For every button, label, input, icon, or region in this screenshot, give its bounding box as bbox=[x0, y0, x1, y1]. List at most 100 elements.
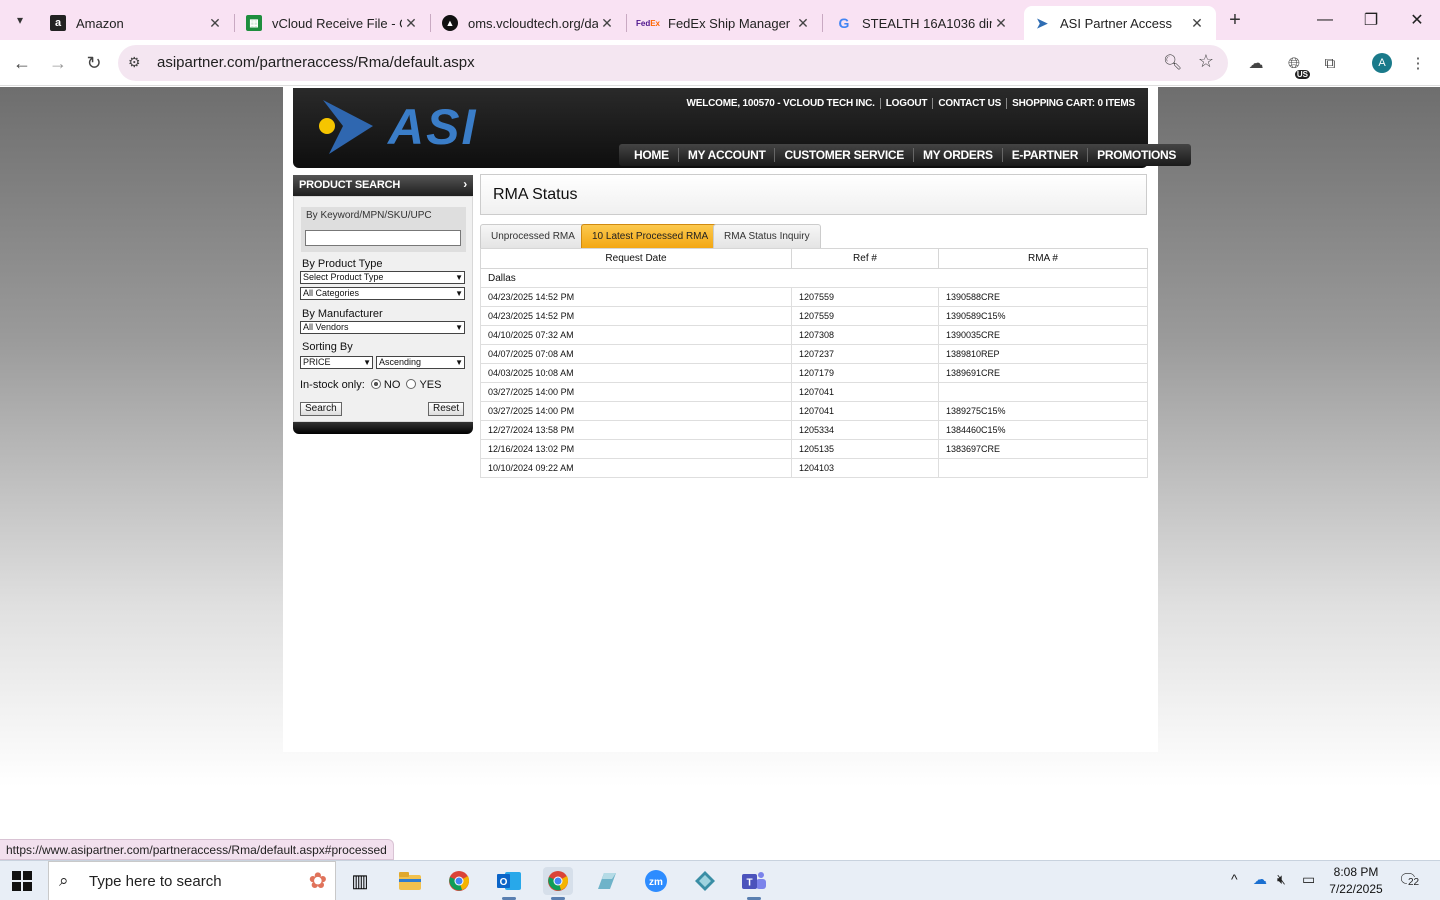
restore-icon[interactable]: ❐ bbox=[1348, 0, 1394, 40]
app-teal-icon[interactable] bbox=[592, 867, 622, 895]
chrome-profile-icon[interactable] bbox=[543, 867, 573, 900]
file-explorer-icon[interactable] bbox=[395, 867, 425, 895]
sort-field-value: PRICE bbox=[303, 357, 331, 367]
nav-my-orders[interactable]: MY ORDERS bbox=[912, 148, 1002, 162]
nav-my-account[interactable]: MY ACCOUNT bbox=[677, 148, 775, 162]
zoom-icon[interactable]: 🔍︎ bbox=[1163, 53, 1182, 71]
sort-order-select[interactable]: Ascending ▼ bbox=[376, 356, 465, 369]
profile-avatar[interactable]: A bbox=[1372, 53, 1392, 73]
close-tab-icon[interactable]: ✕ bbox=[206, 15, 224, 32]
rma-number-cell: 1383697CRE bbox=[938, 439, 1148, 459]
nav-home[interactable]: HOME bbox=[625, 148, 678, 162]
performance-icon[interactable]: ☁ bbox=[1244, 51, 1268, 75]
category-select[interactable]: All Categories ▼ bbox=[300, 287, 465, 300]
nav-e-partner[interactable]: E-PARTNER bbox=[1001, 148, 1087, 162]
notifications-icon[interactable]: 🗨︎22 bbox=[1398, 870, 1421, 890]
manufacturer-select[interactable]: All Vendors ▼ bbox=[300, 321, 465, 334]
forward-arrow-icon[interactable]: → bbox=[44, 49, 72, 77]
tray-chevron-up-icon[interactable]: ^ bbox=[1231, 871, 1238, 887]
browser-tab-active[interactable]: ➤ ASI Partner Access ✕ bbox=[1024, 6, 1216, 40]
close-tab-icon[interactable]: ✕ bbox=[598, 15, 616, 32]
onedrive-cloud-icon[interactable]: ☁ bbox=[1253, 871, 1267, 888]
ref-number-cell: 1207308 bbox=[791, 325, 939, 345]
close-tab-icon[interactable]: ✕ bbox=[794, 15, 812, 32]
search-button[interactable]: Search bbox=[300, 402, 342, 416]
back-arrow-icon[interactable]: ← bbox=[8, 49, 36, 77]
address-bar[interactable]: ⚙ asipartner.com/partneraccess/Rma/defau… bbox=[118, 45, 1228, 81]
site-info-icon[interactable]: ⚙ bbox=[128, 54, 141, 71]
ref-number-cell: 1207041 bbox=[791, 382, 939, 402]
logo-text[interactable]: ASI bbox=[388, 98, 477, 156]
browser-tab[interactable]: ▦ vCloud Receive File - Go ✕ bbox=[236, 6, 431, 40]
reload-icon[interactable]: ↻ bbox=[80, 49, 108, 77]
taskbar-search-box[interactable]: ⌕ Type here to search ✿ bbox=[48, 861, 336, 900]
zoom-app-icon[interactable]: zm bbox=[641, 867, 671, 895]
chrome-icon[interactable] bbox=[444, 867, 474, 895]
menu-kebab-icon[interactable]: ⋮ bbox=[1406, 51, 1430, 75]
ref-number-cell: 1207237 bbox=[791, 344, 939, 364]
sort-field-select[interactable]: PRICE ▼ bbox=[300, 356, 373, 369]
bookmark-star-icon[interactable]: ☆ bbox=[1198, 51, 1214, 72]
request-date-cell: 04/07/2025 07:08 AM bbox=[480, 344, 792, 364]
clock-date: 7/22/2025 bbox=[1329, 882, 1383, 896]
manufacturer-value: All Vendors bbox=[303, 322, 349, 332]
teams-icon[interactable]: T bbox=[739, 867, 769, 900]
app-diamond-icon[interactable] bbox=[690, 867, 720, 895]
instock-yes-label: YES bbox=[419, 379, 442, 391]
table-row: 03/27/2025 14:00 PM 1207041 1389275C15% bbox=[480, 401, 1148, 421]
browser-tab[interactable]: G STEALTH 16A1036 dime ✕ bbox=[826, 6, 1020, 40]
tab-unprocessed-rma[interactable]: Unprocessed RMA bbox=[480, 224, 586, 248]
dropdown-chevron-icon: ▼ bbox=[363, 358, 371, 367]
rma-table: Request Date Ref # RMA # Dallas 04/23/20… bbox=[480, 248, 1148, 478]
amazon-icon: a bbox=[50, 15, 66, 31]
extensions-puzzle-icon[interactable]: ⧉ bbox=[1318, 51, 1342, 75]
svg-text:zm: zm bbox=[649, 877, 663, 888]
ref-number-cell: 1205334 bbox=[791, 420, 939, 440]
windows-start-icon[interactable] bbox=[12, 871, 32, 891]
instock-no-label: NO bbox=[383, 379, 401, 391]
vpn-globe-icon[interactable]: 🌐︎ US bbox=[1282, 51, 1310, 79]
nav-customer-service[interactable]: CUSTOMER SERVICE bbox=[774, 148, 912, 162]
close-tab-icon[interactable]: ✕ bbox=[1188, 15, 1206, 32]
logout-link[interactable]: LOGOUT bbox=[879, 98, 933, 109]
shopping-cart-link[interactable]: SHOPPING CART: 0 ITEMS bbox=[1006, 98, 1140, 109]
instock-no-radio[interactable] bbox=[370, 379, 381, 389]
product-type-select[interactable]: Select Product Type ▼ bbox=[300, 271, 465, 284]
task-view-icon[interactable]: ▥ bbox=[345, 867, 375, 895]
asi-logo-icon[interactable] bbox=[315, 98, 395, 158]
request-date-cell: 03/27/2025 14:00 PM bbox=[480, 401, 792, 421]
table-row: 12/27/2024 13:58 PM 1205334 1384460C15% bbox=[480, 420, 1148, 440]
instock-yes-radio[interactable] bbox=[406, 379, 417, 389]
tab-rma-status-inquiry[interactable]: RMA Status Inquiry bbox=[713, 224, 821, 248]
close-tab-icon[interactable]: ✕ bbox=[992, 15, 1010, 32]
request-date-cell: 04/03/2025 10:08 AM bbox=[480, 363, 792, 383]
oms-icon: ▲ bbox=[442, 15, 458, 31]
reset-button[interactable]: Reset bbox=[428, 402, 465, 416]
network-icon[interactable]: ▭ bbox=[1302, 871, 1315, 888]
url-text[interactable]: asipartner.com/partneraccess/Rma/default… bbox=[157, 54, 475, 71]
ref-number-cell: 1207559 bbox=[791, 306, 939, 326]
keyword-input[interactable] bbox=[305, 230, 461, 246]
taskbar-clock[interactable]: 8:08 PM 7/22/2025 bbox=[1326, 864, 1386, 898]
minimize-icon[interactable]: — bbox=[1302, 0, 1348, 40]
rma-number-cell: 1384460C15% bbox=[938, 420, 1148, 440]
tab-search-chevron-icon[interactable]: ▾ bbox=[6, 6, 34, 34]
sort-order-value: Ascending bbox=[379, 357, 422, 367]
tab-latest-processed-rma[interactable]: 10 Latest Processed RMA bbox=[581, 224, 720, 248]
category-value: All Categories bbox=[303, 288, 360, 298]
search-highlight-icon: ✿ bbox=[308, 868, 327, 893]
dropdown-chevron-icon: ▼ bbox=[455, 358, 463, 367]
nav-promotions[interactable]: PROMOTIONS bbox=[1087, 148, 1185, 162]
outlook-icon[interactable]: O bbox=[494, 867, 524, 900]
browser-tab[interactable]: FedEx FedEx Ship Manager | C ✕ bbox=[628, 6, 823, 40]
browser-tab[interactable]: ▲ oms.vcloudtech.org/das ✕ bbox=[432, 6, 627, 40]
close-window-icon[interactable]: ✕ bbox=[1394, 0, 1440, 40]
product-search-header[interactable]: PRODUCT SEARCH › bbox=[293, 175, 473, 196]
ref-number-cell: 1207179 bbox=[791, 363, 939, 383]
new-tab-icon[interactable]: + bbox=[1222, 8, 1248, 34]
volume-muted-icon[interactable]: 🔇︎ bbox=[1277, 871, 1286, 888]
browser-tab[interactable]: a Amazon ✕ bbox=[40, 6, 235, 40]
contact-us-link[interactable]: CONTACT US bbox=[932, 98, 1007, 109]
close-tab-icon[interactable]: ✕ bbox=[402, 15, 420, 32]
region-badge: US bbox=[1294, 70, 1310, 79]
